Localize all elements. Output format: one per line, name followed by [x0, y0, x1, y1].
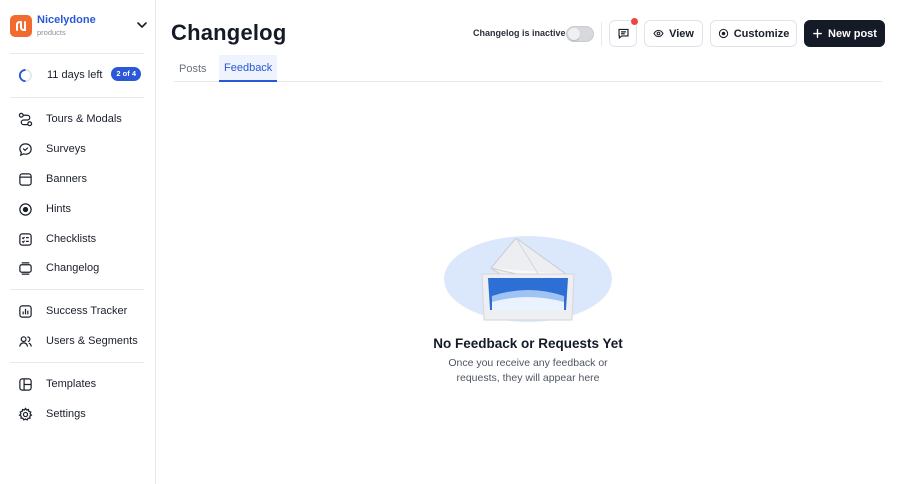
sidebar-item-banners[interactable]: Banners	[18, 169, 148, 189]
trial-step-badge: 2 of 4	[111, 67, 141, 81]
sidebar-item-settings[interactable]: Settings	[18, 404, 148, 424]
sidebar-divider	[10, 362, 144, 363]
tab-posts[interactable]: Posts	[174, 55, 212, 82]
empty-state-description: Once you receive any feedback or request…	[448, 357, 608, 384]
trial-status[interactable]: 11 days left 2 of 4	[18, 66, 144, 84]
view-button[interactable]: View	[644, 20, 703, 47]
sidebar-item-label: Changelog	[46, 262, 100, 274]
eye-icon	[653, 29, 664, 38]
new-post-button-label: New post	[828, 27, 877, 40]
comments-button[interactable]	[609, 18, 638, 47]
new-post-button[interactable]: New post	[804, 20, 885, 47]
plus-icon	[813, 29, 823, 38]
sidebar-item-label: Tours & Modals	[46, 113, 122, 125]
banner-icon	[19, 172, 32, 186]
workspace-subtitle: products	[37, 28, 66, 38]
trial-progress-icon	[18, 68, 33, 82]
page-title: Changelog	[171, 20, 287, 45]
main-content: Changelog Changelog is inactive View Cus…	[156, 0, 900, 484]
target-icon	[19, 202, 32, 216]
sidebar-item-label: Users & Segments	[46, 335, 138, 347]
sidebar-item-tours[interactable]: Tours & Modals	[18, 109, 148, 129]
tab-feedback[interactable]: Feedback	[219, 55, 278, 82]
sidebar-divider	[10, 97, 144, 98]
sidebar: Nicelydone products 11 days left 2 of 4 …	[0, 0, 156, 484]
inbox-tray-icon	[481, 273, 575, 321]
route-icon	[18, 112, 33, 126]
changelog-status-label: Changelog is inactive	[473, 28, 566, 38]
sidebar-item-surveys[interactable]: Surveys	[18, 139, 148, 159]
app-window: Nicelydone products 11 days left 2 of 4 …	[0, 0, 900, 484]
sidebar-item-label: Templates	[46, 378, 97, 390]
checklist-icon	[19, 232, 32, 246]
sidebar-item-label: Banners	[46, 173, 87, 185]
empty-state-title: No Feedback or Requests Yet	[433, 336, 623, 351]
customize-icon	[718, 28, 728, 39]
sidebar-item-success-tracker[interactable]: Success Tracker	[18, 301, 148, 321]
empty-inbox-illustration	[444, 236, 612, 322]
nicelydone-logo-icon	[10, 15, 32, 37]
gear-icon	[18, 406, 33, 421]
message-icon	[617, 28, 629, 40]
chat-bubble-icon	[19, 142, 32, 156]
sidebar-item-changelog[interactable]: Changelog	[18, 258, 148, 278]
header-divider	[601, 22, 602, 46]
view-button-label: View	[669, 27, 694, 40]
sidebar-item-label: Checklists	[46, 233, 97, 245]
sidebar-divider	[10, 53, 144, 54]
changelog-tabs: Posts Feedback	[174, 55, 882, 82]
customize-button[interactable]: Customize	[710, 20, 797, 47]
toggle-knob	[568, 28, 580, 40]
templates-icon	[19, 377, 32, 391]
chevron-down-icon	[137, 22, 147, 28]
notification-dot	[631, 18, 638, 25]
sidebar-item-checklists[interactable]: Checklists	[18, 229, 148, 249]
sidebar-divider	[10, 289, 144, 290]
workspace-switcher[interactable]: Nicelydone products	[10, 13, 150, 39]
bar-chart-icon	[19, 304, 32, 318]
sidebar-item-label: Hints	[46, 203, 72, 215]
trial-days-left: 11 days left	[47, 69, 103, 81]
changelog-active-toggle[interactable]	[566, 26, 594, 42]
layers-icon	[19, 261, 32, 275]
sidebar-item-templates[interactable]: Templates	[18, 374, 148, 394]
users-icon	[19, 335, 32, 347]
sidebar-item-label: Settings	[46, 408, 86, 420]
workspace-name: Nicelydone	[37, 14, 96, 27]
sidebar-item-label: Success Tracker	[46, 305, 128, 317]
sidebar-item-hints[interactable]: Hints	[18, 199, 148, 219]
sidebar-item-label: Surveys	[46, 143, 86, 155]
sidebar-item-users-segments[interactable]: Users & Segments	[18, 331, 148, 351]
customize-button-label: Customize	[733, 27, 790, 40]
